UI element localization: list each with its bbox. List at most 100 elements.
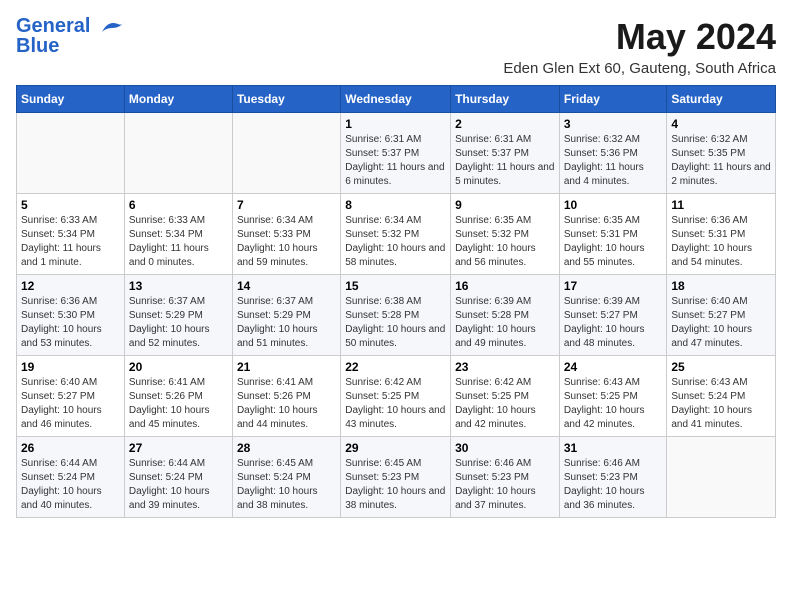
day-cell: 14 Sunrise: 6:37 AM Sunset: 5:29 PM Dayli… <box>232 275 340 356</box>
day-info: Sunrise: 6:37 AM Sunset: 5:29 PM Dayligh… <box>129 295 228 351</box>
day-cell: 19 Sunrise: 6:40 AM Sunset: 5:27 PM Dayli… <box>17 356 125 437</box>
day-info: Sunrise: 6:31 AM Sunset: 5:37 PM Dayligh… <box>345 133 446 189</box>
day-number: 8 <box>345 198 446 212</box>
day-info: Sunrise: 6:32 AM Sunset: 5:35 PM Dayligh… <box>671 133 771 189</box>
week-row-1: 1 Sunrise: 6:31 AM Sunset: 5:37 PM Daylig… <box>17 113 776 194</box>
day-cell <box>17 113 125 194</box>
logo: General Blue <box>16 16 126 56</box>
day-cell: 22Sunrise: 6:42 AM Sunset: 5:25 PM Dayli… <box>341 356 451 437</box>
day-number: 5 <box>21 198 120 212</box>
day-number: 24 <box>564 360 663 374</box>
day-number: 23 <box>455 360 555 374</box>
day-info: Sunrise: 6:36 AM Sunset: 5:30 PM Dayligh… <box>21 295 120 351</box>
day-info: Sunrise: 6:42 AM Sunset: 5:25 PM Dayligh… <box>455 376 555 432</box>
day-info: Sunrise: 6:40 AM Sunset: 5:27 PM Dayligh… <box>21 376 120 432</box>
month-title: May 2024 <box>503 16 776 58</box>
day-number: 7 <box>237 198 336 212</box>
day-info: Sunrise: 6:34 AM Sunset: 5:32 PM Dayligh… <box>345 214 446 270</box>
day-info: Sunrise: 6:38 AM Sunset: 5:28 PM Dayligh… <box>345 295 446 351</box>
day-number: 3 <box>564 117 663 131</box>
day-info: Sunrise: 6:41 AM Sunset: 5:26 PM Dayligh… <box>129 376 228 432</box>
day-cell: 11Sunrise: 6:36 AM Sunset: 5:31 PM Dayli… <box>667 194 776 275</box>
day-info: Sunrise: 6:33 AM Sunset: 5:34 PM Dayligh… <box>21 214 120 270</box>
day-cell: 8 Sunrise: 6:34 AM Sunset: 5:32 PM Daylig… <box>341 194 451 275</box>
col-header-saturday: Saturday <box>667 86 776 113</box>
day-cell: 9 Sunrise: 6:35 AM Sunset: 5:32 PM Daylig… <box>451 194 560 275</box>
day-info: Sunrise: 6:37 AM Sunset: 5:29 PM Dayligh… <box>237 295 336 351</box>
day-cell: 25Sunrise: 6:43 AM Sunset: 5:24 PM Dayli… <box>667 356 776 437</box>
day-number: 19 <box>21 360 120 374</box>
col-header-tuesday: Tuesday <box>232 86 340 113</box>
day-cell: 30Sunrise: 6:46 AM Sunset: 5:23 PM Dayli… <box>451 437 560 518</box>
week-row-3: 12Sunrise: 6:36 AM Sunset: 5:30 PM Dayli… <box>17 275 776 356</box>
logo-bird-icon <box>98 18 126 36</box>
day-info: Sunrise: 6:33 AM Sunset: 5:34 PM Dayligh… <box>129 214 228 270</box>
day-cell <box>667 437 776 518</box>
day-info: Sunrise: 6:44 AM Sunset: 5:24 PM Dayligh… <box>129 457 228 513</box>
day-info: Sunrise: 6:46 AM Sunset: 5:23 PM Dayligh… <box>564 457 663 513</box>
day-number: 28 <box>237 441 336 455</box>
day-info: Sunrise: 6:40 AM Sunset: 5:27 PM Dayligh… <box>671 295 771 351</box>
day-number: 17 <box>564 279 663 293</box>
col-header-wednesday: Wednesday <box>341 86 451 113</box>
day-cell: 23 Sunrise: 6:42 AM Sunset: 5:25 PM Dayli… <box>451 356 560 437</box>
day-number: 2 <box>455 117 555 131</box>
day-cell: 26 Sunrise: 6:44 AM Sunset: 5:24 PM Dayli… <box>17 437 125 518</box>
day-number: 27 <box>129 441 228 455</box>
col-header-friday: Friday <box>559 86 667 113</box>
day-cell: 1 Sunrise: 6:31 AM Sunset: 5:37 PM Daylig… <box>341 113 451 194</box>
day-number: 9 <box>455 198 555 212</box>
day-number: 21 <box>237 360 336 374</box>
day-info: Sunrise: 6:44 AM Sunset: 5:24 PM Dayligh… <box>21 457 120 513</box>
day-info: Sunrise: 6:39 AM Sunset: 5:27 PM Dayligh… <box>564 295 663 351</box>
day-info: Sunrise: 6:35 AM Sunset: 5:32 PM Dayligh… <box>455 214 555 270</box>
day-number: 15 <box>345 279 446 293</box>
week-row-5: 26 Sunrise: 6:44 AM Sunset: 5:24 PM Dayli… <box>17 437 776 518</box>
day-cell: 28Sunrise: 6:45 AM Sunset: 5:24 PM Dayli… <box>232 437 340 518</box>
day-cell <box>232 113 340 194</box>
day-number: 29 <box>345 441 446 455</box>
title-block: May 2024 Eden Glen Ext 60, Gauteng, Sout… <box>503 16 776 77</box>
day-info: Sunrise: 6:45 AM Sunset: 5:23 PM Dayligh… <box>345 457 446 513</box>
day-cell: 5 Sunrise: 6:33 AM Sunset: 5:34 PM Daylig… <box>17 194 125 275</box>
day-cell: 17 Sunrise: 6:39 AM Sunset: 5:27 PM Dayli… <box>559 275 667 356</box>
day-info: Sunrise: 6:43 AM Sunset: 5:25 PM Dayligh… <box>564 376 663 432</box>
col-header-monday: Monday <box>124 86 232 113</box>
day-number: 1 <box>345 117 446 131</box>
day-number: 14 <box>237 279 336 293</box>
day-cell: 27 Sunrise: 6:44 AM Sunset: 5:24 PM Dayli… <box>124 437 232 518</box>
page-header: General Blue May 2024 Eden Glen Ext 60, … <box>16 16 776 77</box>
logo-blue: Blue <box>16 36 59 56</box>
day-info: Sunrise: 6:32 AM Sunset: 5:36 PM Dayligh… <box>564 133 663 189</box>
day-cell: 20 Sunrise: 6:41 AM Sunset: 5:26 PM Dayli… <box>124 356 232 437</box>
day-cell: 31 Sunrise: 6:46 AM Sunset: 5:23 PM Dayli… <box>559 437 667 518</box>
day-cell: 7 Sunrise: 6:34 AM Sunset: 5:33 PM Daylig… <box>232 194 340 275</box>
day-cell: 13 Sunrise: 6:37 AM Sunset: 5:29 PM Dayli… <box>124 275 232 356</box>
day-number: 20 <box>129 360 228 374</box>
day-number: 10 <box>564 198 663 212</box>
day-cell: 18 Sunrise: 6:40 AM Sunset: 5:27 PM Dayli… <box>667 275 776 356</box>
day-cell: 16 Sunrise: 6:39 AM Sunset: 5:28 PM Dayli… <box>451 275 560 356</box>
day-cell: 15 Sunrise: 6:38 AM Sunset: 5:28 PM Dayli… <box>341 275 451 356</box>
day-cell: 12Sunrise: 6:36 AM Sunset: 5:30 PM Dayli… <box>17 275 125 356</box>
day-cell: 29 Sunrise: 6:45 AM Sunset: 5:23 PM Dayli… <box>341 437 451 518</box>
header-row: SundayMondayTuesdayWednesdayThursdayFrid… <box>17 86 776 113</box>
day-number: 31 <box>564 441 663 455</box>
day-number: 16 <box>455 279 555 293</box>
day-info: Sunrise: 6:42 AM Sunset: 5:25 PM Dayligh… <box>345 376 446 432</box>
day-info: Sunrise: 6:31 AM Sunset: 5:37 PM Dayligh… <box>455 133 555 189</box>
day-number: 26 <box>21 441 120 455</box>
day-number: 18 <box>671 279 771 293</box>
day-number: 30 <box>455 441 555 455</box>
day-number: 13 <box>129 279 228 293</box>
day-cell: 4Sunrise: 6:32 AM Sunset: 5:35 PM Daylig… <box>667 113 776 194</box>
col-header-thursday: Thursday <box>451 86 560 113</box>
week-row-4: 19 Sunrise: 6:40 AM Sunset: 5:27 PM Dayli… <box>17 356 776 437</box>
day-cell: 24 Sunrise: 6:43 AM Sunset: 5:25 PM Dayli… <box>559 356 667 437</box>
day-info: Sunrise: 6:36 AM Sunset: 5:31 PM Dayligh… <box>671 214 771 270</box>
logo-general: General <box>16 15 90 37</box>
day-info: Sunrise: 6:39 AM Sunset: 5:28 PM Dayligh… <box>455 295 555 351</box>
col-header-sunday: Sunday <box>17 86 125 113</box>
day-cell: 3 Sunrise: 6:32 AM Sunset: 5:36 PM Daylig… <box>559 113 667 194</box>
day-info: Sunrise: 6:34 AM Sunset: 5:33 PM Dayligh… <box>237 214 336 270</box>
